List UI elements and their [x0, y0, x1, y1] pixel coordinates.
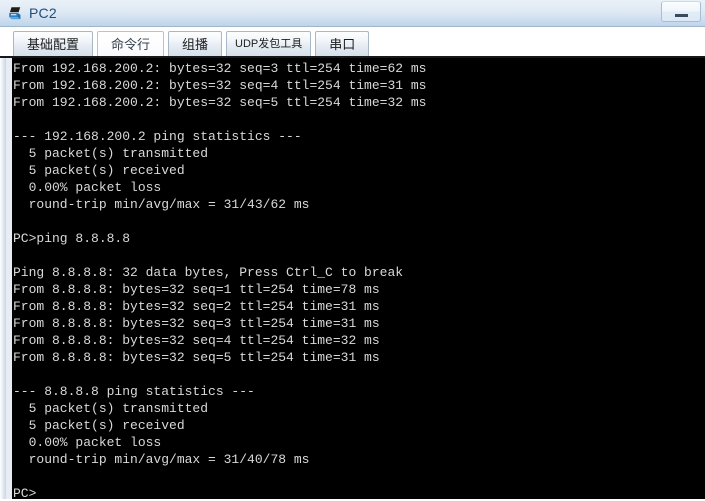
console-line: From 8.8.8.8: bytes=32 seq=4 ttl=254 tim… [13, 333, 380, 348]
console-line: --- 192.168.200.2 ping statistics --- [13, 129, 302, 144]
console-line: 0.00% packet loss [13, 180, 162, 195]
console-line: round-trip min/avg/max = 31/43/62 ms [13, 197, 310, 212]
console-line: round-trip min/avg/max = 31/40/78 ms [13, 452, 310, 467]
console-line: 5 packet(s) transmitted [13, 146, 209, 161]
pc-device-icon [7, 4, 25, 22]
console-line: PC>ping 8.8.8.8 [13, 231, 131, 246]
minimize-button[interactable] [661, 1, 701, 22]
tab-command-line[interactable]: 命令行 [97, 31, 165, 56]
console-line: From 8.8.8.8: bytes=32 seq=2 ttl=254 tim… [13, 299, 380, 314]
tab-bar: 基础配置 命令行 组播 UDP发包工具 串口 [0, 27, 705, 58]
console-line: 5 packet(s) transmitted [13, 401, 209, 416]
tab-basic-config[interactable]: 基础配置 [13, 31, 94, 56]
console-line: From 8.8.8.8: bytes=32 seq=5 ttl=254 tim… [13, 350, 380, 365]
console-line: 0.00% packet loss [13, 435, 162, 450]
console-line: From 192.168.200.2: bytes=32 seq=3 ttl=2… [13, 61, 427, 76]
console-panel: From 192.168.200.2: bytes=32 seq=3 ttl=2… [0, 58, 705, 499]
tab-multicast[interactable]: 组播 [168, 31, 223, 56]
title-bar: PC2 [0, 0, 705, 27]
tab-serial-port[interactable]: 串口 [315, 31, 370, 56]
console-line: From 192.168.200.2: bytes=32 seq=5 ttl=2… [13, 95, 427, 110]
console-line: From 192.168.200.2: bytes=32 seq=4 ttl=2… [13, 78, 427, 93]
console-line: Ping 8.8.8.8: 32 data bytes, Press Ctrl_… [13, 265, 404, 280]
window-controls [661, 1, 701, 22]
terminal-output[interactable]: From 192.168.200.2: bytes=32 seq=3 ttl=2… [12, 58, 705, 499]
console-line: 5 packet(s) received [13, 163, 185, 178]
console-line: From 8.8.8.8: bytes=32 seq=1 ttl=254 tim… [13, 282, 380, 297]
console-line: PC> [13, 486, 37, 499]
console-line: 5 packet(s) received [13, 418, 185, 433]
window-title: PC2 [29, 5, 57, 21]
minimize-icon [674, 14, 688, 17]
console-line: --- 8.8.8.8 ping statistics --- [13, 384, 255, 399]
tab-udp-packet-tool[interactable]: UDP发包工具 [226, 31, 312, 56]
pc-terminal-window: PC2 基础配置 命令行 组播 UDP发包工具 串口 From 192.168.200.… [0, 0, 705, 501]
console-line: From 8.8.8.8: bytes=32 seq=3 ttl=254 tim… [13, 316, 380, 331]
